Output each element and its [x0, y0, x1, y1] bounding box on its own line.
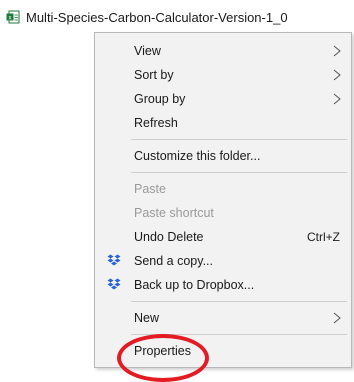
- chevron-right-icon: [333, 45, 341, 57]
- menu-item-paste-shortcut[interactable]: Paste shortcut: [95, 201, 351, 225]
- menu-item-shortcut: Ctrl+Z: [307, 230, 340, 244]
- menu-item-label: Back up to Dropbox...: [134, 278, 255, 292]
- menu-item-label: Paste shortcut: [134, 206, 214, 220]
- excel-file-icon: x: [6, 10, 20, 24]
- menu-separator: [131, 334, 347, 335]
- chevron-right-icon: [333, 69, 341, 81]
- menu-separator: [131, 139, 347, 140]
- menu-item-view[interactable]: View: [95, 39, 351, 63]
- menu-item-new[interactable]: New: [95, 306, 351, 330]
- menu-item-label: New: [134, 311, 160, 325]
- menu-item-sort-by[interactable]: Sort by: [95, 63, 351, 87]
- dropbox-icon: [107, 278, 121, 290]
- menu-separator: [131, 172, 347, 173]
- menu-item-label: Send a copy...: [134, 254, 213, 268]
- menu-item-undo-delete[interactable]: Undo Delete Ctrl+Z: [95, 225, 351, 249]
- svg-text:x: x: [9, 15, 12, 21]
- menu-item-label: View: [134, 44, 161, 58]
- file-item[interactable]: x Multi-Species-Carbon-Calculator-Versio…: [6, 4, 288, 30]
- menu-item-label: Refresh: [134, 116, 178, 130]
- dropbox-icon: [107, 254, 121, 266]
- menu-separator: [131, 301, 347, 302]
- chevron-right-icon: [333, 312, 341, 324]
- menu-item-label: Properties: [134, 344, 191, 358]
- menu-item-label: Paste: [134, 182, 166, 196]
- menu-item-customize-folder[interactable]: Customize this folder...: [95, 144, 351, 168]
- menu-item-group-by[interactable]: Group by: [95, 87, 351, 111]
- menu-item-back-up-to-dropbox[interactable]: Back up to Dropbox...: [95, 273, 351, 297]
- menu-item-label: Group by: [134, 92, 186, 106]
- context-menu: View Sort by Group by Refresh Customize …: [94, 32, 352, 368]
- chevron-right-icon: [333, 93, 341, 105]
- menu-item-paste[interactable]: Paste: [95, 177, 351, 201]
- menu-item-refresh[interactable]: Refresh: [95, 111, 351, 135]
- menu-item-label: Sort by: [134, 68, 174, 82]
- menu-item-properties[interactable]: Properties: [95, 339, 351, 363]
- file-name: Multi-Species-Carbon-Calculator-Version-…: [26, 9, 288, 25]
- menu-item-label: Customize this folder...: [134, 149, 261, 163]
- menu-item-send-a-copy[interactable]: Send a copy...: [95, 249, 351, 273]
- menu-item-label: Undo Delete: [134, 230, 204, 244]
